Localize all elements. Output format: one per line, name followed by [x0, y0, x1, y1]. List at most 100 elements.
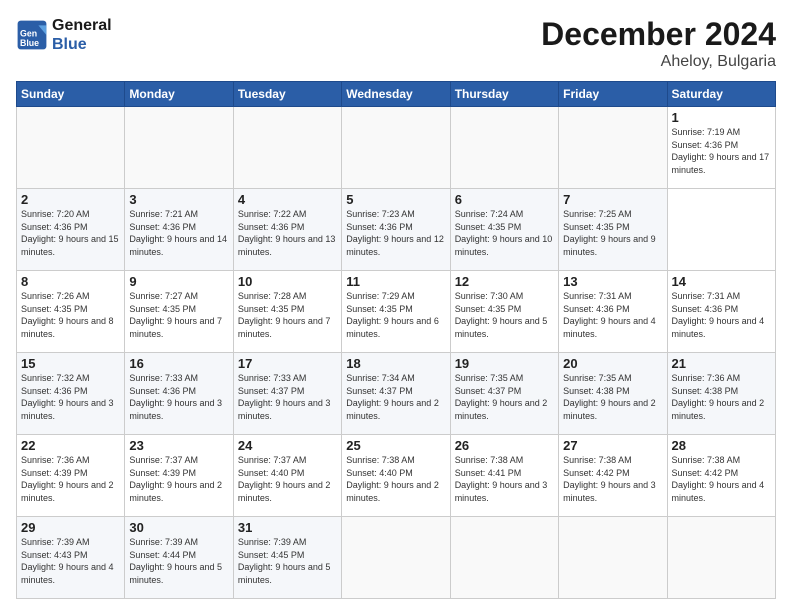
day-info: Sunrise: 7:21 AMSunset: 4:36 PMDaylight:…	[129, 208, 228, 258]
day-info: Sunrise: 7:38 AMSunset: 4:41 PMDaylight:…	[455, 454, 554, 504]
location: Aheloy, Bulgaria	[541, 53, 776, 71]
day-info: Sunrise: 7:38 AMSunset: 4:42 PMDaylight:…	[672, 454, 771, 504]
week-row-6: 29Sunrise: 7:39 AMSunset: 4:43 PMDayligh…	[17, 517, 776, 599]
day-cell-10: 10Sunrise: 7:28 AMSunset: 4:35 PMDayligh…	[233, 271, 341, 353]
day-cell-14: 14Sunrise: 7:31 AMSunset: 4:36 PMDayligh…	[667, 271, 775, 353]
day-info: Sunrise: 7:39 AMSunset: 4:45 PMDaylight:…	[238, 536, 337, 586]
day-cell-17: 17Sunrise: 7:33 AMSunset: 4:37 PMDayligh…	[233, 353, 341, 435]
title-block: December 2024 Aheloy, Bulgaria	[541, 16, 776, 71]
day-info: Sunrise: 7:26 AMSunset: 4:35 PMDaylight:…	[21, 290, 120, 340]
day-number: 13	[563, 274, 662, 289]
day-cell-3: 3Sunrise: 7:21 AMSunset: 4:36 PMDaylight…	[125, 189, 233, 271]
day-number: 16	[129, 356, 228, 371]
empty-cell	[450, 107, 558, 189]
day-info: Sunrise: 7:36 AMSunset: 4:38 PMDaylight:…	[672, 372, 771, 422]
day-number: 28	[672, 438, 771, 453]
day-info: Sunrise: 7:33 AMSunset: 4:36 PMDaylight:…	[129, 372, 228, 422]
day-cell-21: 21Sunrise: 7:36 AMSunset: 4:38 PMDayligh…	[667, 353, 775, 435]
header-thursday: Thursday	[450, 82, 558, 107]
header: Gen Blue General Blue December 2024 Ahel…	[16, 16, 776, 71]
day-info: Sunrise: 7:30 AMSunset: 4:35 PMDaylight:…	[455, 290, 554, 340]
day-cell-23: 23Sunrise: 7:37 AMSunset: 4:39 PMDayligh…	[125, 435, 233, 517]
logo-text-general: General	[52, 16, 112, 35]
day-info: Sunrise: 7:29 AMSunset: 4:35 PMDaylight:…	[346, 290, 445, 340]
day-number: 24	[238, 438, 337, 453]
day-cell-30: 30Sunrise: 7:39 AMSunset: 4:44 PMDayligh…	[125, 517, 233, 599]
header-tuesday: Tuesday	[233, 82, 341, 107]
day-number: 11	[346, 274, 445, 289]
calendar-table: Sunday Monday Tuesday Wednesday Thursday…	[16, 81, 776, 599]
day-number: 15	[21, 356, 120, 371]
page: Gen Blue General Blue December 2024 Ahel…	[0, 0, 792, 612]
day-info: Sunrise: 7:37 AMSunset: 4:40 PMDaylight:…	[238, 454, 337, 504]
logo: Gen Blue General Blue	[16, 16, 112, 54]
week-row-3: 8Sunrise: 7:26 AMSunset: 4:35 PMDaylight…	[17, 271, 776, 353]
day-cell-20: 20Sunrise: 7:35 AMSunset: 4:38 PMDayligh…	[559, 353, 667, 435]
day-cell-7: 7Sunrise: 7:25 AMSunset: 4:35 PMDaylight…	[559, 189, 667, 271]
empty-cell	[233, 107, 341, 189]
empty-cell	[450, 517, 558, 599]
day-info: Sunrise: 7:24 AMSunset: 4:35 PMDaylight:…	[455, 208, 554, 258]
day-cell-25: 25Sunrise: 7:38 AMSunset: 4:40 PMDayligh…	[342, 435, 450, 517]
day-number: 25	[346, 438, 445, 453]
day-info: Sunrise: 7:38 AMSunset: 4:42 PMDaylight:…	[563, 454, 662, 504]
day-number: 8	[21, 274, 120, 289]
day-info: Sunrise: 7:35 AMSunset: 4:37 PMDaylight:…	[455, 372, 554, 422]
day-cell-11: 11Sunrise: 7:29 AMSunset: 4:35 PMDayligh…	[342, 271, 450, 353]
day-cell-27: 27Sunrise: 7:38 AMSunset: 4:42 PMDayligh…	[559, 435, 667, 517]
day-cell-5: 5Sunrise: 7:23 AMSunset: 4:36 PMDaylight…	[342, 189, 450, 271]
week-row-2: 2Sunrise: 7:20 AMSunset: 4:36 PMDaylight…	[17, 189, 776, 271]
empty-cell	[17, 107, 125, 189]
day-cell-24: 24Sunrise: 7:37 AMSunset: 4:40 PMDayligh…	[233, 435, 341, 517]
day-cell-2: 2Sunrise: 7:20 AMSunset: 4:36 PMDaylight…	[17, 189, 125, 271]
day-info: Sunrise: 7:31 AMSunset: 4:36 PMDaylight:…	[563, 290, 662, 340]
empty-cell	[559, 517, 667, 599]
day-number: 21	[672, 356, 771, 371]
day-info: Sunrise: 7:23 AMSunset: 4:36 PMDaylight:…	[346, 208, 445, 258]
day-info: Sunrise: 7:39 AMSunset: 4:44 PMDaylight:…	[129, 536, 228, 586]
header-wednesday: Wednesday	[342, 82, 450, 107]
logo-text-blue: Blue	[52, 35, 112, 54]
day-cell-26: 26Sunrise: 7:38 AMSunset: 4:41 PMDayligh…	[450, 435, 558, 517]
day-cell-13: 13Sunrise: 7:31 AMSunset: 4:36 PMDayligh…	[559, 271, 667, 353]
day-cell-8: 8Sunrise: 7:26 AMSunset: 4:35 PMDaylight…	[17, 271, 125, 353]
empty-cell	[667, 517, 775, 599]
day-number: 3	[129, 192, 228, 207]
month-title: December 2024	[541, 16, 776, 53]
day-cell-6: 6Sunrise: 7:24 AMSunset: 4:35 PMDaylight…	[450, 189, 558, 271]
day-number: 23	[129, 438, 228, 453]
header-sunday: Sunday	[17, 82, 125, 107]
header-friday: Friday	[559, 82, 667, 107]
day-cell-12: 12Sunrise: 7:30 AMSunset: 4:35 PMDayligh…	[450, 271, 558, 353]
day-cell-16: 16Sunrise: 7:33 AMSunset: 4:36 PMDayligh…	[125, 353, 233, 435]
day-number: 12	[455, 274, 554, 289]
day-info: Sunrise: 7:19 AMSunset: 4:36 PMDaylight:…	[672, 126, 771, 176]
day-number: 19	[455, 356, 554, 371]
day-number: 18	[346, 356, 445, 371]
day-info: Sunrise: 7:25 AMSunset: 4:35 PMDaylight:…	[563, 208, 662, 258]
empty-cell	[342, 517, 450, 599]
weekday-header-row: Sunday Monday Tuesday Wednesday Thursday…	[17, 82, 776, 107]
week-row-1: 1Sunrise: 7:19 AMSunset: 4:36 PMDaylight…	[17, 107, 776, 189]
day-cell-29: 29Sunrise: 7:39 AMSunset: 4:43 PMDayligh…	[17, 517, 125, 599]
day-info: Sunrise: 7:31 AMSunset: 4:36 PMDaylight:…	[672, 290, 771, 340]
week-row-4: 15Sunrise: 7:32 AMSunset: 4:36 PMDayligh…	[17, 353, 776, 435]
day-info: Sunrise: 7:27 AMSunset: 4:35 PMDaylight:…	[129, 290, 228, 340]
week-row-5: 22Sunrise: 7:36 AMSunset: 4:39 PMDayligh…	[17, 435, 776, 517]
day-number: 29	[21, 520, 120, 535]
day-info: Sunrise: 7:37 AMSunset: 4:39 PMDaylight:…	[129, 454, 228, 504]
day-number: 9	[129, 274, 228, 289]
day-info: Sunrise: 7:39 AMSunset: 4:43 PMDaylight:…	[21, 536, 120, 586]
day-number: 2	[21, 192, 120, 207]
day-number: 6	[455, 192, 554, 207]
day-number: 17	[238, 356, 337, 371]
day-number: 4	[238, 192, 337, 207]
day-cell-31: 31Sunrise: 7:39 AMSunset: 4:45 PMDayligh…	[233, 517, 341, 599]
day-cell-9: 9Sunrise: 7:27 AMSunset: 4:35 PMDaylight…	[125, 271, 233, 353]
empty-cell	[559, 107, 667, 189]
header-monday: Monday	[125, 82, 233, 107]
logo-icon: Gen Blue	[16, 19, 48, 51]
day-info: Sunrise: 7:22 AMSunset: 4:36 PMDaylight:…	[238, 208, 337, 258]
day-info: Sunrise: 7:38 AMSunset: 4:40 PMDaylight:…	[346, 454, 445, 504]
empty-cell	[342, 107, 450, 189]
